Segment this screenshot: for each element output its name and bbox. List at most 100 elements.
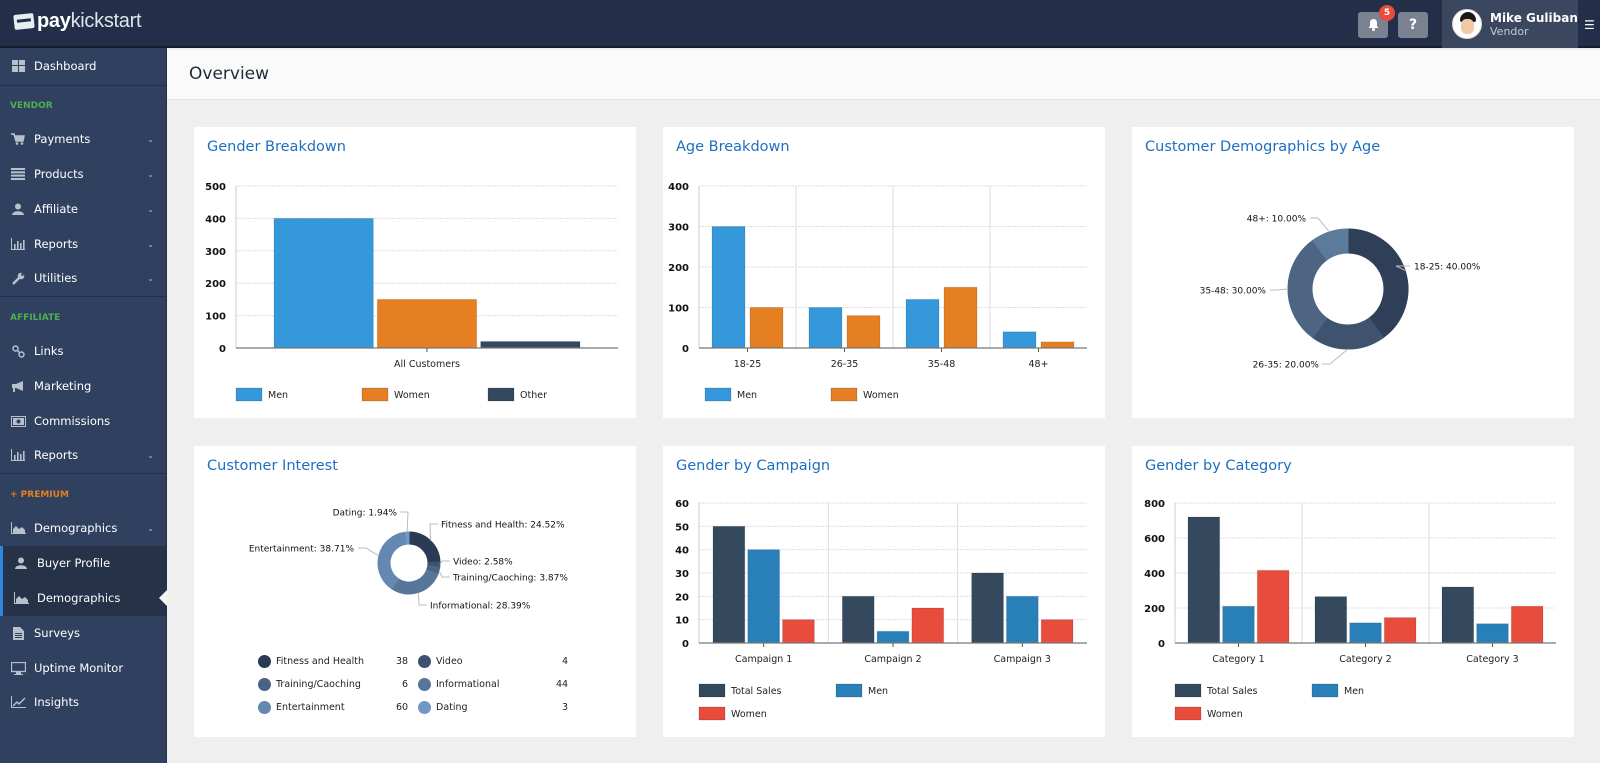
y-tick-label: 0	[682, 344, 689, 355]
avatar	[1452, 9, 1482, 39]
x-tick-label: 48+	[1028, 359, 1048, 370]
chevron-down-icon: ⌄	[147, 239, 154, 249]
legend-label: Total Sales	[730, 686, 782, 697]
label-leader	[1310, 217, 1330, 233]
sidebar-item-label: Utilities	[34, 271, 78, 285]
sidebar-item-label: Marketing	[34, 379, 92, 393]
chevron-down-icon: ⌄	[147, 169, 154, 179]
bar-women	[1256, 569, 1290, 644]
bar-women	[749, 307, 784, 349]
slice-label: Fitness and Health: 24.52%	[441, 521, 565, 531]
sidebar-item-surveys[interactable]: Surveys	[0, 616, 166, 650]
legend-value: 60	[396, 702, 409, 713]
bar-women	[782, 619, 815, 644]
legend-swatch	[361, 387, 389, 402]
y-tick-label: 600	[1144, 534, 1165, 545]
legend-item: Entertainment 60	[258, 701, 408, 714]
bar-women	[376, 298, 478, 349]
sidebar-item-payments[interactable]: Payments ⌄	[0, 122, 166, 156]
document-icon	[10, 626, 26, 640]
menu-icon[interactable]: ☰	[1584, 18, 1595, 32]
demographics-by-age-chart: 18-25: 40.00% 26-35: 20.00% 35-48: 30.00% 4…	[1200, 215, 1481, 371]
legend-label: Fitness and Health	[276, 656, 365, 667]
wrench-icon	[10, 271, 26, 285]
legend-swatch	[1311, 683, 1339, 698]
legend-label: Women	[394, 390, 430, 401]
section-premium: + PREMIUM	[10, 490, 69, 500]
legend-label: Women	[863, 390, 899, 401]
sidebar-item-utilities[interactable]: Utilities ⌄	[0, 261, 166, 295]
slice-label: Dating: 1.94%	[333, 509, 398, 519]
legend-swatch	[1174, 683, 1202, 698]
age-breakdown-chart: 0 100 200 300 400 18-25 26-35 35-48 48+ Men Women	[668, 182, 1087, 402]
sidebar-item-label: Links	[34, 344, 64, 358]
sidebar-item-commissions[interactable]: Commissions	[0, 404, 166, 438]
legend-swatch	[835, 683, 863, 698]
sidebar-item-label: Reports	[34, 237, 79, 251]
card-gender-breakdown: Gender Breakdown 0 100 200 300 400 500 All Cus…	[194, 127, 636, 418]
sidebar-item-uptime-monitor[interactable]: Uptime Monitor	[0, 651, 166, 685]
line-chart-icon	[10, 695, 26, 709]
sidebar-item-links[interactable]: Links	[0, 334, 166, 368]
sidebar-item-label: Surveys	[34, 626, 80, 640]
user-menu[interactable]: Mike Guliban Vendor	[1442, 0, 1578, 48]
sidebar-item-label: Payments	[34, 132, 91, 146]
bar-chart-icon	[10, 448, 26, 462]
sidebar-item-label: Buyer Profile	[37, 556, 111, 570]
bar-men	[1349, 622, 1382, 644]
bar-total-sales	[841, 595, 875, 644]
donut-slice	[408, 531, 441, 563]
help-icon: ?	[1408, 17, 1418, 33]
donut-slice	[391, 569, 439, 595]
y-tick-label: 50	[675, 522, 689, 533]
donut-slice	[377, 531, 408, 590]
sidebar-item-affiliate[interactable]: Affiliate ⌄	[0, 192, 166, 226]
bar-total-sales	[971, 572, 1004, 644]
y-tick-label: 300	[668, 223, 689, 234]
divider	[0, 473, 166, 474]
y-tick-label: 500	[205, 182, 226, 193]
y-tick-label: 40	[675, 546, 689, 557]
logo[interactable]: paykickstart	[13, 10, 142, 33]
sidebar-item-buyer-profile[interactable]: Buyer Profile	[0, 546, 166, 580]
label-leader	[400, 511, 409, 533]
sidebar-item-reports[interactable]: Reports ⌄	[0, 227, 166, 261]
legend-label: Informational	[436, 679, 500, 690]
bar-chart-icon	[10, 237, 26, 251]
legend-item: Training/Caoching 6	[258, 678, 408, 691]
sidebar-item-label: Demographics	[34, 521, 118, 535]
notifications-button[interactable]: 5	[1358, 5, 1395, 38]
slice-label: 35-48: 30.00%	[1200, 287, 1267, 297]
sidebar-item-insights[interactable]: Insights	[0, 685, 166, 719]
slice-label: 48+: 10.00%	[1247, 215, 1307, 225]
legend-dot	[258, 701, 271, 714]
sidebar-item-products[interactable]: Products ⌄	[0, 157, 166, 191]
y-tick-label: 100	[668, 304, 689, 315]
help-button[interactable]: ?	[1398, 12, 1428, 38]
bar-men	[273, 217, 374, 349]
top-bar: paykickstart 5 ? Mike Guliban Vendor ☰	[0, 0, 1600, 48]
bar-total-sales	[712, 525, 746, 644]
label-leader	[417, 592, 427, 606]
legend-dot	[418, 678, 431, 691]
legend-label: Dating	[436, 702, 468, 713]
sidebar-item-demographics[interactable]: Demographics	[0, 581, 166, 615]
legend-label: Total Sales	[1206, 686, 1258, 697]
x-tick-label: 35-48	[928, 359, 956, 370]
bar-men	[1005, 595, 1039, 644]
sidebar-item-affiliate-reports[interactable]: Reports ⌄	[0, 438, 166, 472]
label-leader	[439, 560, 450, 565]
bell-icon	[1368, 19, 1378, 31]
y-tick-label: 100	[205, 312, 226, 323]
sidebar-item-dashboard[interactable]: Dashboard	[0, 49, 166, 83]
legend-label: Men	[737, 390, 757, 401]
legend-swatch	[698, 706, 726, 721]
sidebar-item-marketing[interactable]: Marketing	[0, 369, 166, 403]
sidebar-item-demographics-group[interactable]: Demographics ⌄	[0, 511, 166, 545]
y-tick-label: 800	[1144, 499, 1165, 510]
user-role: Vendor	[1490, 24, 1529, 38]
x-tick-label: Campaign 1	[735, 654, 792, 665]
legend-label: Video	[436, 656, 463, 667]
card-demographics-by-age: Customer Demographics by Age 18-25: 40.0…	[1132, 127, 1574, 418]
slice-label: Video: 2.58%	[453, 558, 513, 568]
